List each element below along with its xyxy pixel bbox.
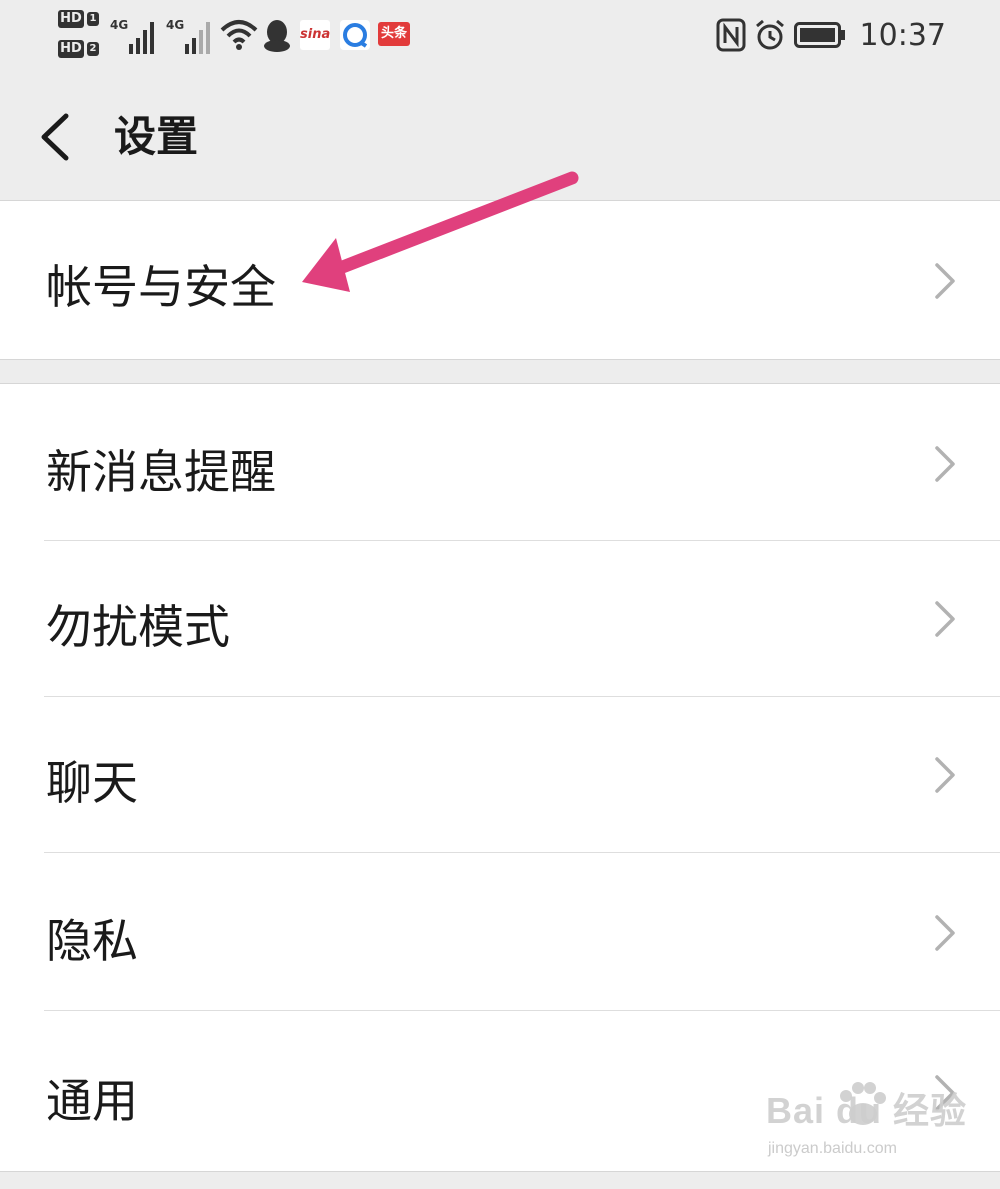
hd-2-label: HD bbox=[58, 40, 84, 58]
settings-group-main: 新消息提醒 勿扰模式 聊天 隐私 通用 bbox=[0, 383, 1000, 1172]
wifi-icon bbox=[220, 20, 258, 50]
hd-2-number: 2 bbox=[87, 42, 99, 56]
toutiao-icon: 头条 bbox=[378, 22, 410, 46]
settings-item-label: 勿扰模式 bbox=[46, 600, 230, 654]
settings-item-account-security[interactable]: 帐号与安全 bbox=[0, 201, 1000, 359]
baidu-watermark: Bai du 经验 jingyan.baidu.com bbox=[760, 1082, 970, 1172]
settings-item-label: 帐号与安全 bbox=[46, 260, 276, 314]
signal-bars-2-icon bbox=[185, 22, 210, 54]
signal-2-icon: 4G bbox=[166, 16, 214, 56]
hd-2-indicator: HD 2 bbox=[58, 40, 104, 60]
alarm-icon bbox=[756, 19, 784, 50]
settings-item-do-not-disturb[interactable]: 勿扰模式 bbox=[0, 541, 1000, 696]
settings-item-chat[interactable]: 聊天 bbox=[0, 697, 1000, 852]
qq-icon bbox=[264, 20, 290, 52]
hd-1-indicator: HD 1 bbox=[58, 10, 104, 30]
chevron-right-icon bbox=[935, 263, 955, 299]
settings-group-account: 帐号与安全 bbox=[0, 201, 1000, 360]
signal-bars-1-icon bbox=[129, 22, 154, 54]
watermark-url: jingyan.baidu.com bbox=[768, 1140, 897, 1157]
browser-icon bbox=[340, 20, 370, 50]
sina-label: sina bbox=[300, 27, 331, 42]
hd-1-label: HD bbox=[58, 10, 84, 28]
settings-item-label: 通用 bbox=[46, 1074, 138, 1128]
nav-bar: 设置 bbox=[0, 72, 1000, 201]
chevron-right-icon bbox=[935, 446, 955, 482]
status-time: 10:37 bbox=[859, 18, 946, 53]
sina-icon: sina bbox=[300, 20, 330, 50]
settings-item-label: 隐私 bbox=[46, 914, 138, 968]
chevron-right-icon bbox=[935, 601, 955, 637]
status-bar-right: 10:37 bbox=[716, 14, 946, 58]
settings-item-label: 聊天 bbox=[46, 756, 138, 810]
signal-1-icon: 4G bbox=[110, 16, 158, 56]
status-bar: HD 1 HD 2 4G 4G sina 头条 10:37 bbox=[0, 0, 1000, 72]
back-button[interactable] bbox=[30, 102, 90, 172]
network-1-label: 4G bbox=[110, 18, 129, 32]
nfc-icon bbox=[716, 18, 746, 52]
hd-indicators: HD 1 HD 2 bbox=[58, 10, 104, 64]
watermark-text: Bai du 经验 bbox=[766, 1090, 968, 1131]
settings-item-new-message-alerts[interactable]: 新消息提醒 bbox=[0, 384, 1000, 540]
chevron-right-icon bbox=[935, 757, 955, 793]
battery-icon bbox=[794, 22, 845, 48]
toutiao-label: 头条 bbox=[380, 26, 407, 41]
settings-item-privacy[interactable]: 隐私 bbox=[0, 853, 1000, 1010]
hd-1-number: 1 bbox=[87, 12, 99, 26]
chevron-right-icon bbox=[935, 915, 955, 951]
page-title: 设置 bbox=[114, 112, 199, 161]
network-2-label: 4G bbox=[166, 18, 185, 32]
back-arrow-icon bbox=[41, 113, 69, 161]
settings-item-label: 新消息提醒 bbox=[46, 445, 276, 499]
